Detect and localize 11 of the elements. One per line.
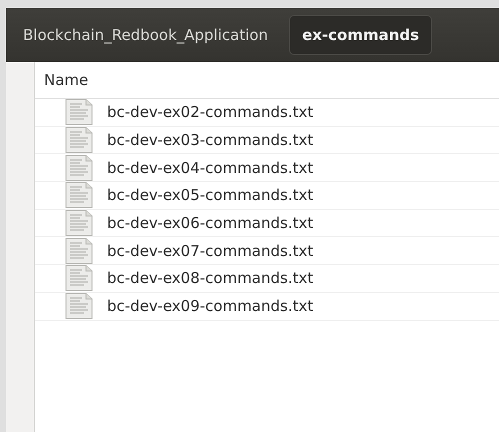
file-name[interactable]: bc-dev-ex09-commands.txt — [107, 297, 314, 316]
path-crumb[interactable]: ex-commands — [289, 15, 432, 55]
file-name[interactable]: bc-dev-ex05-commands.txt — [107, 186, 314, 204]
file-name[interactable]: bc-dev-ex03-commands.txt — [107, 131, 314, 150]
file-name[interactable]: bc-dev-ex08-commands.txt — [107, 269, 314, 288]
file-name[interactable]: bc-dev-ex07-commands.txt — [107, 242, 314, 260]
file-name[interactable]: bc-dev-ex04-commands.txt — [107, 158, 314, 177]
file-name[interactable]: bc-dev-ex02-commands.txt — [107, 103, 314, 122]
path-crumb[interactable]: Blockchain_Redbook_Application — [10, 15, 282, 55]
file-name[interactable]: bc-dev-ex06-commands.txt — [107, 214, 314, 232]
column-header[interactable]: Name — [44, 71, 88, 89]
